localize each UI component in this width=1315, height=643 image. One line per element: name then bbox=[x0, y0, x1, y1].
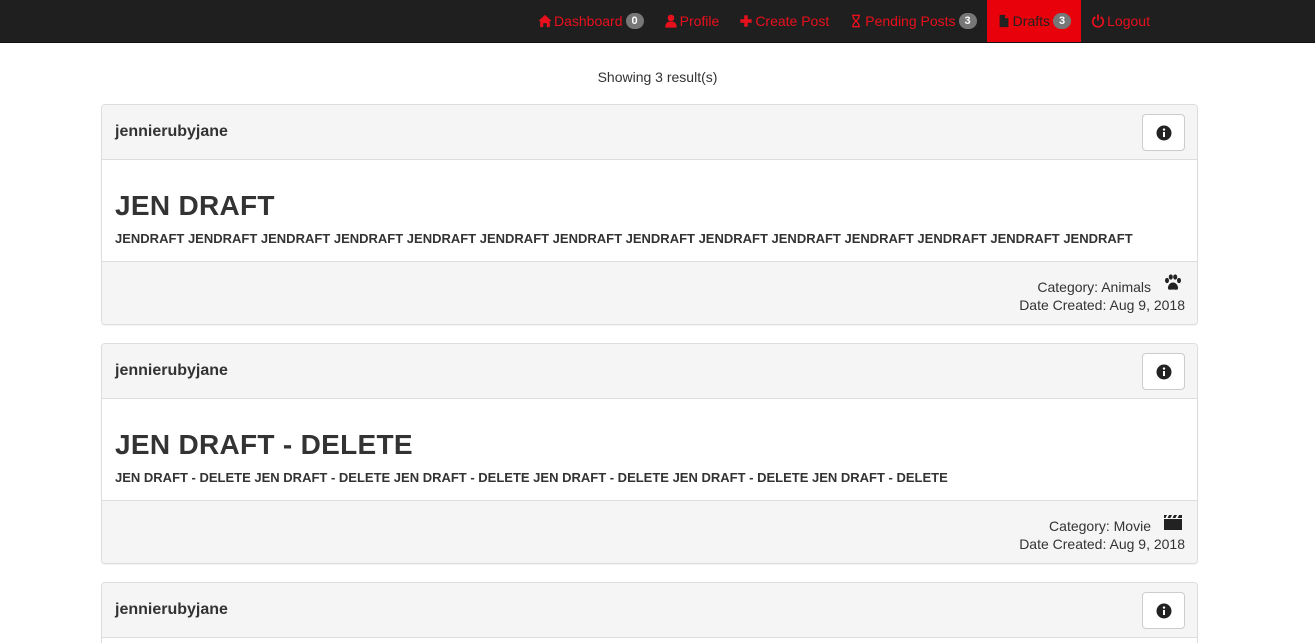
post-date: Date Created: Aug 9, 2018 bbox=[1019, 297, 1185, 313]
post-header: jennierubyjane bbox=[102, 344, 1197, 399]
nav-pending-posts[interactable]: Pending Posts 3 bbox=[839, 0, 986, 42]
post-category: Category: Movie bbox=[1049, 518, 1151, 534]
nav-dashboard-label: Dashboard bbox=[554, 13, 623, 29]
post-author: jennierubyjane bbox=[115, 123, 228, 140]
clapperboard-icon bbox=[1163, 513, 1183, 531]
hourglass-icon bbox=[849, 14, 863, 28]
post-header: jennierubyjane bbox=[102, 583, 1197, 638]
date-label: Date Created: bbox=[1019, 297, 1107, 313]
results-count: Showing 3 result(s) bbox=[597, 69, 718, 85]
post-author: jennierubyjane bbox=[115, 362, 228, 379]
post-header: jennierubyjane bbox=[102, 105, 1197, 160]
plus-icon bbox=[739, 14, 753, 28]
nav-profile[interactable]: Profile bbox=[654, 0, 730, 42]
power-icon bbox=[1091, 14, 1105, 28]
post-date: Date Created: Aug 9, 2018 bbox=[1019, 536, 1185, 552]
post-body: JEN DRAFT JENDRAFT JENDRAFT JENDRAFT JEN… bbox=[102, 160, 1197, 261]
post-footer: Category: Movie Date Created: Aug 9, 201… bbox=[102, 500, 1197, 563]
post-title: JEN DRAFT - DELETE bbox=[115, 429, 413, 460]
top-navbar: Dashboard 0 Profile Create Post Pending … bbox=[0, 0, 1315, 43]
post-category: Category: Animals bbox=[1037, 279, 1151, 295]
info-icon bbox=[1156, 125, 1172, 141]
nav-logout-label: Logout bbox=[1107, 13, 1150, 29]
post-card: jennierubyjane JEN DRAFT JENDRAFT JENDRA… bbox=[101, 104, 1198, 325]
nav-profile-label: Profile bbox=[679, 13, 720, 29]
nav-pending-posts-label: Pending Posts bbox=[865, 13, 956, 29]
category-label: Category: bbox=[1037, 279, 1099, 295]
user-icon bbox=[664, 14, 678, 28]
date-value: Aug 9, 2018 bbox=[1109, 297, 1185, 313]
file-icon bbox=[997, 14, 1011, 28]
nav-dashboard[interactable]: Dashboard 0 bbox=[528, 0, 654, 42]
info-icon bbox=[1156, 603, 1172, 619]
nav-create-post-label: Create Post bbox=[755, 13, 830, 29]
post-text: JENDRAFT JENDRAFT JENDRAFT JENDRAFT JEND… bbox=[115, 231, 1133, 246]
post-text: JEN DRAFT - DELETE JEN DRAFT - DELETE JE… bbox=[115, 470, 948, 485]
category-value: Animals bbox=[1101, 279, 1151, 295]
info-button[interactable] bbox=[1142, 353, 1185, 390]
post-card: jennierubyjane bbox=[101, 582, 1198, 643]
nav-drafts[interactable]: Drafts 3 bbox=[986, 0, 1082, 42]
nav-drafts-label: Drafts bbox=[1012, 13, 1051, 29]
drafts-count-badge: 3 bbox=[1053, 13, 1072, 29]
post-body: JEN DRAFT - DELETE JEN DRAFT - DELETE JE… bbox=[102, 399, 1197, 500]
info-button[interactable] bbox=[1142, 114, 1185, 151]
post-author: jennierubyjane bbox=[115, 601, 228, 618]
category-label: Category: bbox=[1049, 518, 1110, 534]
category-value: Movie bbox=[1113, 518, 1151, 534]
nav-menu: Dashboard 0 Profile Create Post Pending … bbox=[528, 0, 1160, 42]
paw-icon bbox=[1163, 274, 1183, 292]
post-card: jennierubyjane JEN DRAFT - DELETE JEN DR… bbox=[101, 343, 1198, 564]
date-value: Aug 9, 2018 bbox=[1109, 536, 1185, 552]
date-label: Date Created: bbox=[1019, 536, 1107, 552]
info-icon bbox=[1156, 364, 1172, 380]
nav-create-post[interactable]: Create Post bbox=[729, 0, 839, 42]
info-button[interactable] bbox=[1142, 592, 1185, 629]
home-icon bbox=[538, 14, 552, 28]
post-footer: Category: Animals Date Created: Aug 9, 2… bbox=[102, 261, 1197, 324]
post-title: JEN DRAFT bbox=[115, 190, 275, 221]
nav-logout[interactable]: Logout bbox=[1081, 0, 1160, 42]
dashboard-count-badge: 0 bbox=[625, 13, 644, 29]
pending-count-badge: 3 bbox=[958, 13, 977, 29]
